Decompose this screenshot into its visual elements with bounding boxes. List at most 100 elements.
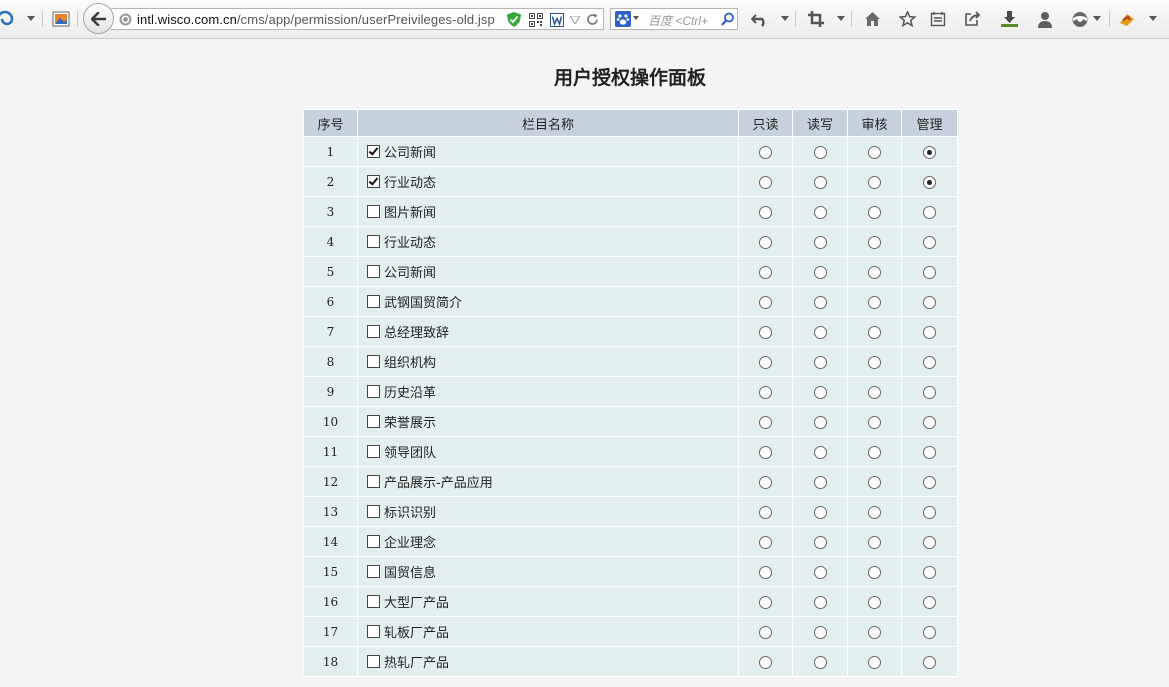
radio-write[interactable] (813, 175, 827, 189)
radio-write[interactable] (813, 205, 827, 219)
radio-write[interactable] (813, 505, 827, 519)
column-checkbox[interactable] (367, 475, 380, 488)
radio-manage[interactable] (923, 295, 936, 309)
baidu-paw-icon[interactable] (615, 11, 631, 27)
browser-menu-icon[interactable] (0, 10, 14, 28)
column-checkbox[interactable] (367, 325, 380, 338)
download-icon[interactable] (999, 9, 1019, 29)
column-checkbox[interactable] (367, 505, 380, 518)
radio-audit[interactable] (868, 595, 881, 609)
radio-write[interactable] (813, 475, 827, 489)
home-icon[interactable] (863, 10, 881, 28)
extension-icon[interactable] (1071, 10, 1089, 28)
radio-audit[interactable] (868, 175, 881, 189)
dropdown-arrow-icon[interactable] (570, 15, 580, 24)
shield-icon[interactable] (506, 12, 521, 27)
radio-write[interactable] (813, 235, 827, 249)
radio-write[interactable] (813, 325, 827, 339)
radio-audit[interactable] (868, 475, 881, 489)
radio-audit[interactable] (868, 505, 881, 519)
share-icon[interactable] (963, 10, 981, 28)
radio-write[interactable] (813, 355, 827, 369)
radio-read[interactable] (759, 175, 772, 189)
column-checkbox[interactable] (367, 385, 380, 398)
radio-audit[interactable] (868, 535, 881, 549)
radio-manage[interactable] (923, 385, 936, 399)
column-checkbox[interactable] (367, 625, 380, 638)
radio-manage[interactable] (923, 475, 936, 489)
star-icon[interactable] (898, 10, 916, 28)
radio-read[interactable] (759, 535, 772, 549)
radio-audit[interactable] (868, 625, 881, 639)
radio-audit[interactable] (868, 415, 881, 429)
radio-write[interactable] (813, 445, 827, 459)
radio-read[interactable] (759, 655, 772, 669)
radio-read[interactable] (759, 385, 772, 399)
radio-read[interactable] (759, 145, 772, 159)
column-checkbox[interactable] (367, 295, 380, 308)
chevron-down-icon[interactable] (837, 16, 845, 21)
radio-manage[interactable] (923, 355, 936, 369)
radio-write[interactable] (813, 415, 827, 429)
radio-read[interactable] (759, 325, 772, 339)
radio-manage[interactable] (923, 625, 936, 639)
radio-read[interactable] (759, 235, 772, 249)
radio-read[interactable] (759, 355, 772, 369)
column-checkbox[interactable] (367, 175, 380, 188)
image-icon[interactable] (52, 10, 70, 27)
undo-icon[interactable] (751, 10, 769, 28)
qr-code-icon[interactable] (528, 12, 543, 27)
radio-read[interactable] (759, 595, 772, 609)
radio-manage[interactable] (923, 325, 936, 339)
radio-audit[interactable] (868, 235, 881, 249)
radio-read[interactable] (759, 475, 772, 489)
address-bar[interactable]: intl.wisco.com.cn/cms/app/permission/use… (111, 8, 604, 30)
chevron-down-icon[interactable] (1149, 16, 1157, 21)
radio-audit[interactable] (868, 355, 881, 369)
column-checkbox[interactable] (367, 145, 380, 158)
radio-manage[interactable] (923, 145, 936, 159)
column-checkbox[interactable] (367, 415, 380, 428)
radio-write[interactable] (813, 565, 827, 579)
radio-read[interactable] (759, 565, 772, 579)
radio-manage[interactable] (923, 205, 936, 219)
crop-icon[interactable] (807, 10, 825, 28)
radio-read[interactable] (759, 295, 772, 309)
radio-manage[interactable] (923, 535, 936, 549)
radio-read[interactable] (759, 505, 772, 519)
column-checkbox[interactable] (367, 445, 380, 458)
column-checkbox[interactable] (367, 535, 380, 548)
reading-list-icon[interactable] (929, 10, 947, 28)
radio-audit[interactable] (868, 145, 881, 159)
column-checkbox[interactable] (367, 655, 380, 668)
radio-audit[interactable] (868, 385, 881, 399)
chevron-down-icon[interactable] (27, 16, 35, 21)
column-checkbox[interactable] (367, 205, 380, 218)
radio-write[interactable] (813, 535, 827, 549)
radio-read[interactable] (759, 445, 772, 459)
radio-write[interactable] (813, 145, 827, 159)
radio-manage[interactable] (923, 235, 936, 249)
radio-audit[interactable] (868, 325, 881, 339)
chevron-down-icon[interactable] (781, 16, 789, 21)
column-checkbox[interactable] (367, 355, 380, 368)
radio-read[interactable] (759, 415, 772, 429)
radio-audit[interactable] (868, 445, 881, 459)
radio-audit[interactable] (868, 295, 881, 309)
radio-write[interactable] (813, 595, 827, 609)
radio-manage[interactable] (923, 265, 936, 279)
column-checkbox[interactable] (367, 565, 380, 578)
search-icon[interactable] (720, 11, 735, 27)
search-bar[interactable]: 百度 <Ctrl+ (610, 8, 738, 30)
refresh-icon[interactable] (585, 12, 599, 27)
radio-write[interactable] (813, 655, 827, 669)
radio-manage[interactable] (923, 415, 936, 429)
column-checkbox[interactable] (367, 235, 380, 248)
chevron-down-icon[interactable] (633, 16, 639, 20)
radio-audit[interactable] (868, 265, 881, 279)
radio-manage[interactable] (923, 655, 936, 669)
word-icon[interactable] (549, 12, 564, 27)
radio-write[interactable] (813, 385, 827, 399)
radio-manage[interactable] (923, 505, 936, 519)
radio-read[interactable] (759, 205, 772, 219)
